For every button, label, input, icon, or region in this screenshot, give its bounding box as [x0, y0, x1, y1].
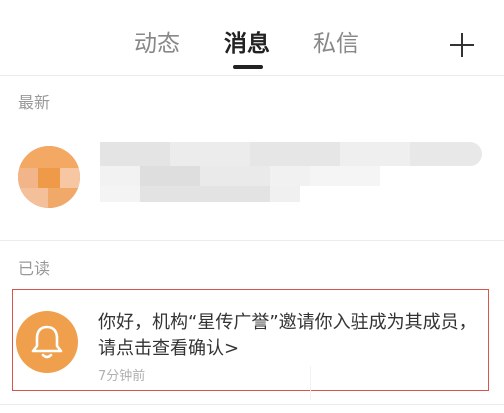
divider [310, 366, 311, 400]
section-label-read: 已读 [18, 259, 51, 278]
tab-private-messages[interactable]: 私信 [313, 27, 359, 61]
bell-icon [31, 325, 63, 359]
plus-icon[interactable] [449, 32, 475, 58]
active-tab-indicator [233, 65, 263, 69]
tab-messages[interactable]: 消息 [224, 27, 270, 61]
notification-avatar [16, 311, 78, 373]
read-message-item[interactable]: 你好，机构“星传广誉”邀请你入驻成为其成员，请点击查看确认> 7分钟前 [12, 289, 489, 391]
blurred-avatar [18, 146, 80, 208]
divider [0, 404, 504, 405]
message-timestamp: 7分钟前 [98, 369, 146, 384]
divider [0, 240, 504, 241]
messages-page: 动态 消息 私信 最新 已读 你好，机构“星传广誉”邀请你入驻成为其成员，请点击… [0, 0, 504, 413]
section-label-latest: 最新 [18, 93, 51, 112]
top-tab-bar: 动态 消息 私信 [0, 0, 504, 76]
latest-message-item[interactable] [0, 128, 504, 238]
tab-dynamics[interactable]: 动态 [134, 27, 180, 61]
message-text: 你好，机构“星传广誉”邀请你入驻成为其成员，请点击查看确认> [98, 312, 477, 359]
